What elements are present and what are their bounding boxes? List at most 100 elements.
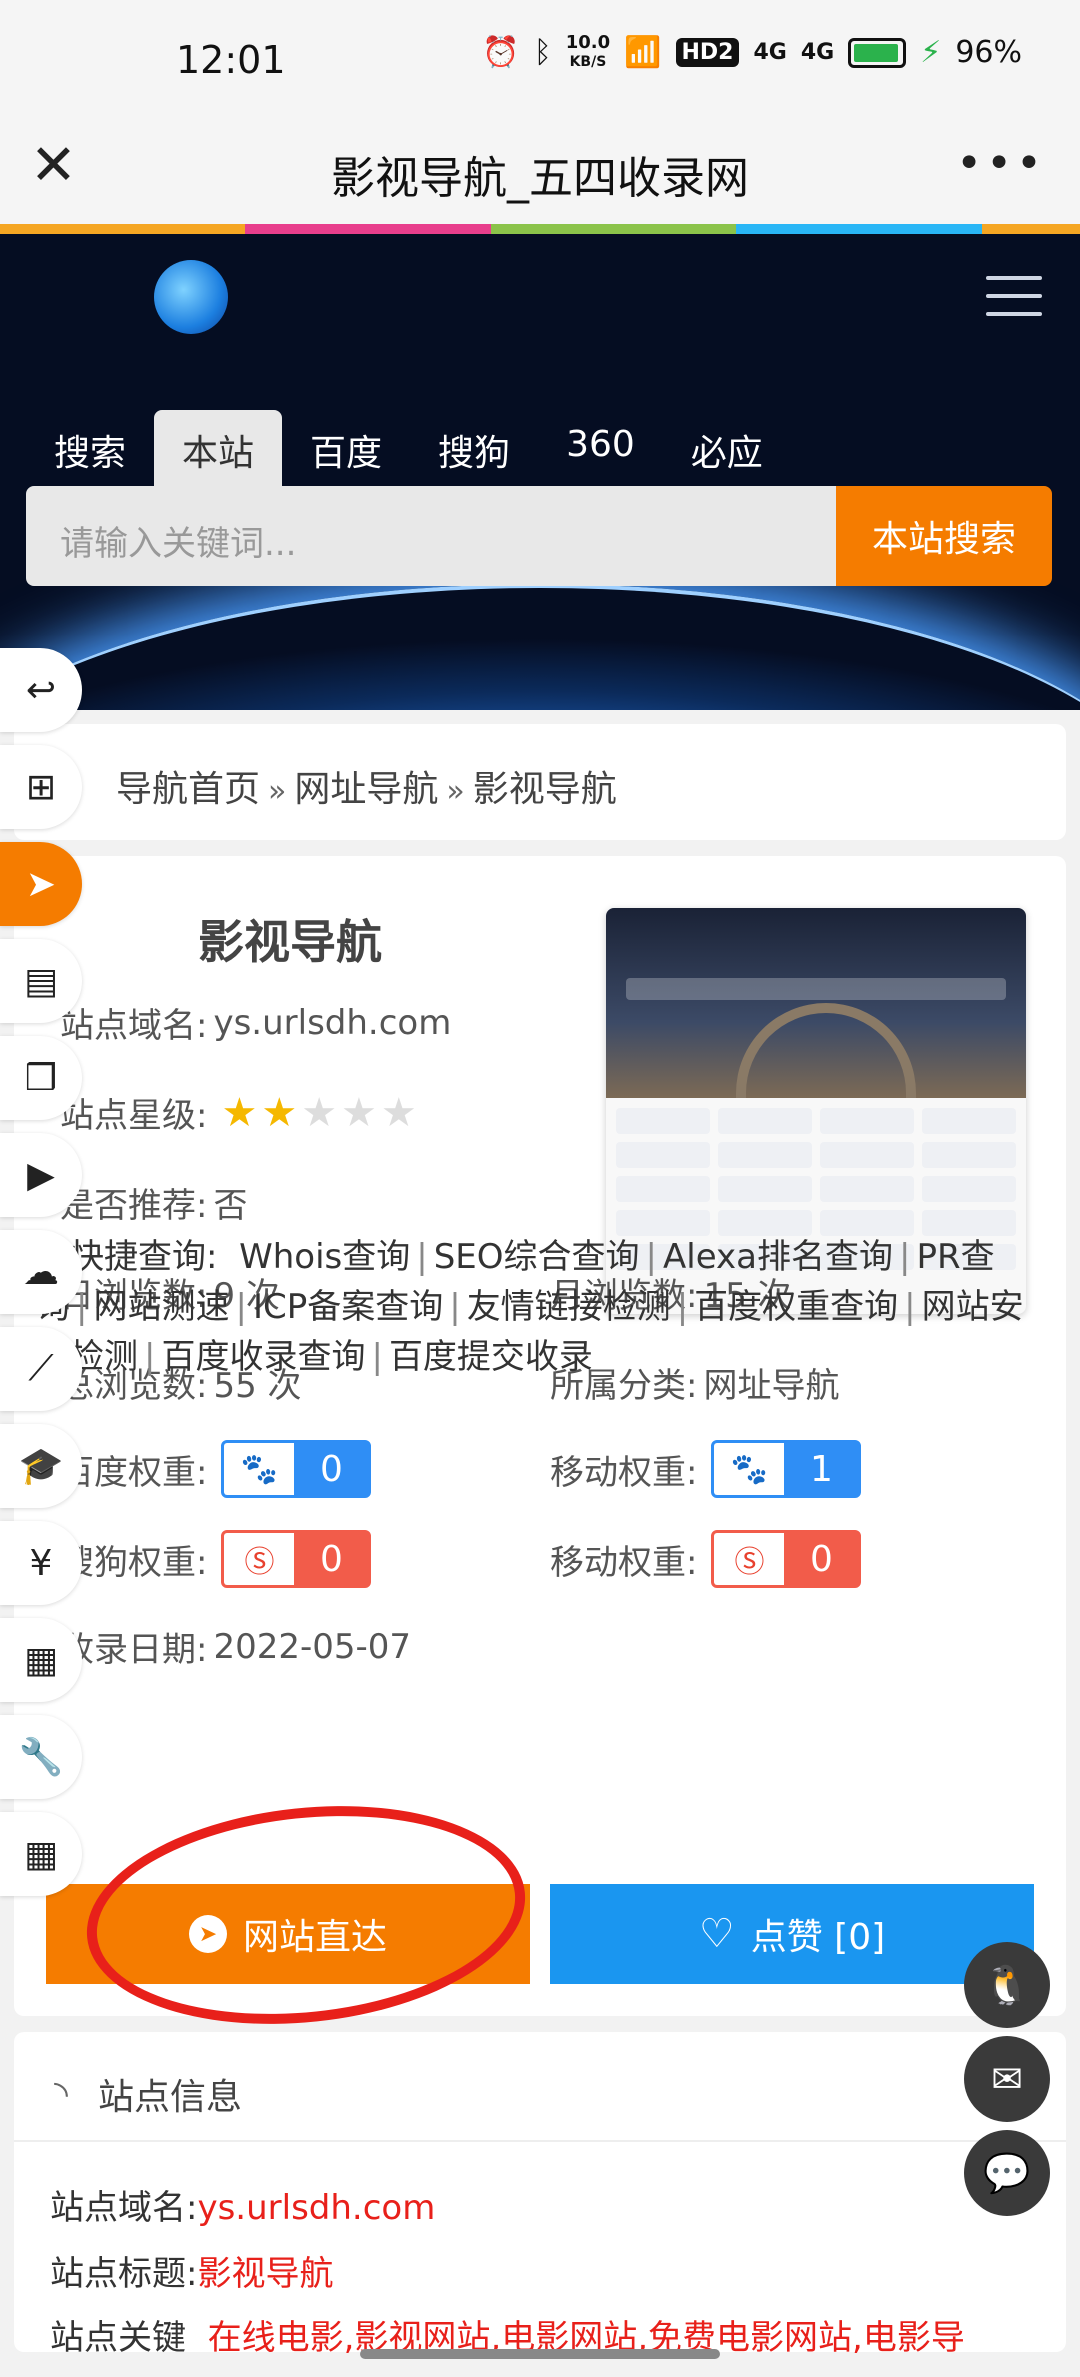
document-icon[interactable]: ▤ [0, 939, 82, 1023]
domain-value: ys.urlsdh.com [213, 1002, 452, 1043]
color-strip [0, 224, 1080, 234]
wifi-icon: 📶 [624, 35, 662, 70]
sogou-weight-badge[interactable]: Ⓢ 0 [221, 1530, 372, 1588]
tab-360[interactable]: 360 [538, 410, 663, 488]
search-button[interactable]: 本站搜索 [836, 486, 1052, 586]
sogou-weight-label: 搜狗权重: [60, 1542, 208, 1583]
signal-2: 4G [800, 40, 835, 65]
mobile-weight2-badge[interactable]: Ⓢ 0 [711, 1530, 862, 1588]
link-alexa[interactable]: Alexa排名查询 [663, 1237, 893, 1277]
hamburger-menu-icon[interactable] [986, 276, 1042, 330]
breadcrumb-category[interactable]: 网址导航 [294, 769, 438, 810]
status-bar: 12:01 ⏰ ᛒ 10.0 KB/S 📶 HD2 4G 4G ⚡ 96% [0, 0, 1080, 120]
date-label: 收录日期: [60, 1630, 208, 1670]
mobile-weight2-label: 移动权重: [550, 1542, 698, 1583]
row-recommend: 是否推荐: 否 [60, 1178, 247, 1227]
mobile-weight-value: 1 [810, 1448, 833, 1490]
qq-icon[interactable]: 🐧 [964, 1942, 1050, 2028]
mobile-weight-label: 移动权重: [550, 1452, 698, 1493]
sogou-weight-value: 0 [320, 1538, 343, 1580]
video-icon[interactable]: ▶ [0, 1133, 82, 1217]
info-title-row: 站点标题:影视导航 [50, 2246, 333, 2295]
page-title: 影视导航_五四收录网 [331, 153, 749, 204]
link-icp[interactable]: ICP备案查询 [253, 1287, 443, 1327]
tab-search[interactable]: 搜索 [26, 410, 154, 488]
row-sogou-weight: 搜狗权重: Ⓢ 0 [60, 1526, 372, 1592]
row-stars: 站点星级: ★ ★ ★ ★ ★ [60, 1088, 421, 1137]
tab-baidu[interactable]: 百度 [282, 410, 410, 488]
info-title-label: 站点标题: [50, 2254, 198, 2294]
row-mobile-weight: 移动权重: 🐾 1 [550, 1436, 862, 1502]
link-baidu-submit[interactable]: 百度提交收录 [389, 1337, 593, 1377]
mobile-weight-badge[interactable]: 🐾 1 [711, 1440, 862, 1498]
status-icons: ⏰ ᛒ 10.0 KB/S 📶 HD2 4G 4G ⚡ 96% [482, 34, 1022, 71]
yen-icon[interactable]: ¥ [0, 1521, 82, 1605]
star-icon: ★ [221, 1089, 258, 1136]
site-info-header: ◝ 站点信息 [54, 2068, 242, 2120]
floating-sidebar: ↩ ⊞ ➤ ▤ ❒ ▶ ☁ ⟋ 🎓 ¥ ▦ 🔧 ▦ [0, 648, 82, 1909]
more-icon[interactable]: ••• [956, 138, 1046, 189]
link-seo[interactable]: SEO综合查询 [434, 1237, 640, 1277]
baidu-weight-label: 百度权重: [60, 1452, 208, 1493]
recommend-value: 否 [213, 1186, 248, 1226]
battery-icon [848, 37, 907, 68]
star-icon: ★ [301, 1089, 338, 1136]
domain-label: 站点域名: [60, 1006, 208, 1046]
search-input[interactable]: 请输入关键词... [26, 486, 836, 586]
link-baidu-weight[interactable]: 百度权重查询 [694, 1287, 898, 1327]
baidu-weight-badge[interactable]: 🐾 0 [221, 1440, 372, 1498]
wrench-icon[interactable]: 🔧 [0, 1715, 82, 1799]
home-indicator[interactable] [360, 2349, 720, 2359]
mail-icon[interactable]: ✉ [964, 2036, 1050, 2122]
breadcrumb-trail: 导航首页» 网址导航» 影视导航 [116, 760, 617, 812]
site-info-panel: ◝ 站点信息 站点域名:ys.urlsdh.com 站点标题:影视导航 站点关键… [14, 2032, 1066, 2358]
info-domain-row: 站点域名:ys.urlsdh.com [50, 2180, 435, 2229]
divider [14, 2140, 1066, 2142]
site-logo[interactable] [154, 260, 228, 334]
link-friend[interactable]: 友情链接检测 [467, 1287, 671, 1327]
sogou-icon: Ⓢ [714, 1533, 785, 1585]
stars-label: 站点星级: [60, 1096, 208, 1136]
hd-badge: HD2 [675, 38, 740, 67]
link-whois[interactable]: Whois查询 [239, 1237, 410, 1277]
link-baidu-index[interactable]: 百度收录查询 [161, 1337, 365, 1377]
strip-2 [245, 224, 491, 234]
search-box: 请输入关键词... 本站搜索 [26, 486, 1052, 586]
breadcrumb-home[interactable]: 导航首页 [116, 769, 260, 810]
link-speed[interactable]: 网站测速 [93, 1287, 229, 1327]
sitemap-icon[interactable]: ⊞ [0, 745, 82, 829]
breadcrumb-sep: » [446, 774, 465, 809]
info-domain-value[interactable]: ys.urlsdh.com [197, 2188, 435, 2228]
bluetooth-icon: ᛒ [533, 35, 552, 70]
tab-bing[interactable]: 必应 [663, 410, 791, 488]
paw-icon: 🐾 [224, 1443, 295, 1495]
row-mobile-weight-2: 移动权重: Ⓢ 0 [550, 1526, 862, 1592]
like-button[interactable]: ♡ 点赞 [0] [550, 1884, 1034, 1984]
charging-icon: ⚡ [920, 35, 942, 70]
net-speed: 10.0 KB/S [565, 32, 611, 71]
mobile-weight2-value: 0 [810, 1538, 833, 1580]
star-icon: ★ [380, 1089, 417, 1136]
cubes-icon[interactable]: ❒ [0, 1036, 82, 1120]
like-label: 点赞 [0] [750, 1917, 886, 1958]
hero-banner: 搜索 本站 百度 搜狗 360 必应 请输入关键词... 本站搜索 [0, 234, 1080, 710]
tab-site[interactable]: 本站 [154, 410, 283, 488]
chart-line-icon[interactable]: ⟋ [0, 1327, 82, 1411]
heart-icon: ♡ [698, 1911, 735, 1957]
strip-1 [0, 224, 246, 234]
grid-icon[interactable]: ▦ [0, 1812, 82, 1896]
graduation-cap-icon[interactable]: 🎓 [0, 1424, 82, 1508]
star-rating: ★ ★ ★ ★ ★ [221, 1090, 420, 1136]
wechat-icon[interactable]: 💬 [964, 2130, 1050, 2216]
back-icon[interactable]: ↩ [0, 648, 82, 732]
rss-icon: ◝ [54, 2073, 68, 2115]
row-baidu-weight: 百度权重: 🐾 0 [60, 1436, 372, 1502]
star-icon: ★ [261, 1089, 298, 1136]
info-domain-label: 站点域名: [50, 2188, 198, 2228]
signal-1: 4G [753, 40, 787, 65]
send-icon[interactable]: ➤ [0, 842, 82, 926]
tab-sogou[interactable]: 搜狗 [410, 410, 538, 488]
strip-4 [736, 224, 982, 234]
newspaper-icon[interactable]: ▦ [0, 1618, 82, 1702]
cloud-icon[interactable]: ☁ [0, 1230, 82, 1314]
